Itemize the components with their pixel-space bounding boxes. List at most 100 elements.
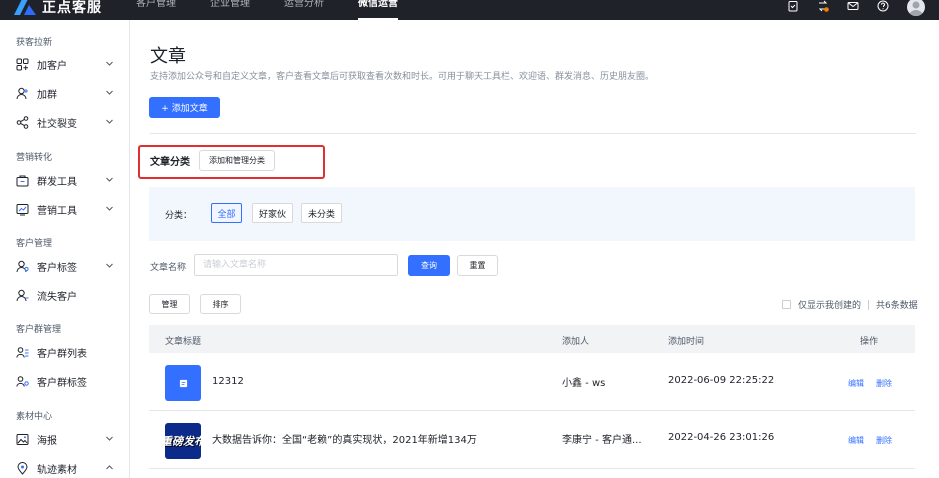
chart-icon	[16, 203, 29, 215]
category-chip-uncategorized[interactable]: 未分类	[301, 203, 342, 223]
user-tag-icon	[16, 260, 29, 272]
table-row: 重磅发布 大数据告诉你：全国“老赖”的真实现状，2021年新增134万 李康宁 …	[149, 411, 915, 469]
sidebar-group-marketing: 营销转化	[16, 153, 53, 163]
only-mine-label: 仅显示我创建的	[798, 301, 862, 311]
chevron-down-icon	[106, 263, 113, 268]
sidebar-item-trajectory-material[interactable]: 轨迹素材	[16, 458, 116, 478]
sidebar-item-label: 加客户	[37, 60, 67, 72]
sidebar-item-group-tags[interactable]: 客户群标签	[16, 371, 116, 391]
table-header: 文章标题 添加人 添加时间 操作	[149, 325, 915, 353]
news-cover-image: 重磅发布	[165, 423, 201, 459]
total-count: 共6条数据	[876, 301, 918, 311]
sidebar-item-label: 加群	[37, 89, 57, 101]
nav-customer-management[interactable]: 客户管理	[136, 0, 176, 20]
chevron-up-icon	[106, 465, 113, 470]
chevron-down-icon	[106, 436, 113, 441]
column-header-time: 添加时间	[668, 337, 705, 347]
top-bar: 正点客服 客户管理 企业管理 运营分析 微信运营	[0, 0, 939, 20]
chevron-down-icon	[106, 206, 113, 211]
user-add-icon	[16, 87, 28, 99]
sidebar-item-mass-send-tools[interactable]: 群发工具	[16, 170, 116, 190]
manage-button[interactable]: 管理	[149, 294, 190, 314]
sidebar-item-label: 海报	[37, 435, 57, 447]
article-name-label: 文章名称	[150, 263, 187, 273]
chevron-down-icon	[106, 119, 113, 124]
only-mine-checkbox[interactable]	[782, 300, 791, 309]
help-icon[interactable]	[877, 0, 889, 12]
category-chip-all[interactable]: 全部	[211, 203, 242, 223]
sidebar-item-label: 流失客户	[37, 291, 77, 303]
edit-link[interactable]: 编辑	[848, 435, 864, 446]
sidebar-item-lost-customers[interactable]: 流失客户	[16, 285, 116, 305]
article-title[interactable]: 12312	[212, 376, 244, 387]
sidebar-item-label: 客户标签	[37, 262, 77, 274]
sidebar-item-group-list[interactable]: 客户群列表	[16, 342, 116, 362]
category-chip-haojiahuo[interactable]: 好家伙	[252, 203, 293, 223]
sidebar-item-poster[interactable]: 海报	[16, 429, 116, 449]
logo-icon	[14, 0, 36, 15]
share-icon	[16, 115, 29, 129]
sidebar-item-label: 营销工具	[37, 205, 77, 217]
sidebar-item-customer-tags[interactable]: 客户标签	[16, 256, 116, 276]
article-name-input[interactable]	[194, 254, 398, 276]
sidebar-group-acquisition: 获客拉新	[16, 38, 53, 48]
sidebar-item-label: 轨迹素材	[37, 464, 77, 476]
group-list-icon	[16, 346, 29, 358]
sidebar-item-label: 社交裂变	[37, 118, 77, 130]
main-nav: 客户管理 企业管理 运营分析 微信运营	[136, 0, 432, 20]
article-time: 2022-04-26 23:01:26	[668, 432, 775, 443]
user-lost-icon	[16, 289, 29, 301]
column-header-actions: 操作	[860, 337, 879, 347]
user-avatar-icon	[909, 1, 923, 16]
column-header-title: 文章标题	[165, 337, 202, 347]
sidebar-group-group-management: 客户群管理	[16, 325, 62, 335]
clipboard-icon[interactable]	[787, 0, 799, 12]
bag-icon	[16, 175, 29, 186]
sidebar-group-material-center: 素材中心	[16, 412, 53, 422]
edit-link[interactable]: 编辑	[848, 378, 864, 389]
sidebar-item-add-group[interactable]: 加群	[16, 83, 116, 103]
article-time: 2022-06-09 22:25:22	[668, 375, 775, 386]
sidebar-item-label: 群发工具	[37, 176, 77, 188]
column-header-adder: 添加人	[562, 337, 590, 347]
grid-icon	[16, 58, 29, 70]
sort-button[interactable]: 排序	[200, 294, 241, 314]
sidebar-item-marketing-tools[interactable]: 营销工具	[16, 199, 116, 219]
main-content: 文章 支持添加公众号和自定义文章，客户查看文章后可获取查看次数和时长。可用于聊天…	[130, 20, 939, 478]
sidebar-item-add-customer[interactable]: 加客户	[16, 54, 116, 74]
image-icon	[16, 433, 29, 445]
manage-categories-button[interactable]: 添加和管理分类	[199, 150, 275, 171]
brand-name: 正点客服	[42, 0, 102, 16]
sidebar-item-label: 客户群列表	[37, 348, 87, 360]
user-avatar[interactable]	[907, 0, 925, 16]
reset-button[interactable]: 重置	[457, 255, 498, 276]
sidebar: 获客拉新 加客户 加群 社交裂变 营销转化 群发工具 营销工具 客户管理 客户标…	[0, 20, 130, 478]
doc-thumbnail-icon	[165, 365, 201, 401]
table-row: 12312 小鑫 - ws 2022-06-09 22:25:22 编辑 删除	[149, 353, 915, 411]
only-mine-filter: 仅显示我创建的 共6条数据	[782, 298, 918, 311]
category-filter-panel: 分类： 全部 好家伙 未分类	[149, 187, 915, 241]
nav-wechat-operations[interactable]: 微信运营	[358, 0, 398, 20]
divider	[150, 133, 916, 134]
mail-icon[interactable]	[847, 0, 859, 12]
delete-link[interactable]: 删除	[876, 378, 892, 389]
delete-link[interactable]: 删除	[876, 435, 892, 446]
nav-enterprise-management[interactable]: 企业管理	[210, 0, 250, 20]
brand-logo[interactable]: 正点客服	[14, 0, 102, 18]
page-description: 支持添加公众号和自定义文章，客户查看文章后可获取查看次数和时长。可用于聊天工具栏…	[150, 72, 655, 82]
sidebar-item-label: 客户群标签	[37, 377, 87, 389]
chevron-down-icon	[106, 61, 113, 66]
cover-text: 重磅发布	[165, 435, 201, 448]
chevron-down-icon	[106, 90, 113, 95]
add-article-button[interactable]: + 添加文章	[149, 97, 220, 118]
article-adder: 李康宁 - 客户通...	[562, 435, 642, 446]
document-icon	[179, 379, 187, 387]
switch-org-icon[interactable]	[817, 0, 829, 12]
article-title[interactable]: 大数据告诉你：全国“老赖”的真实现状，2021年新增134万	[212, 431, 477, 446]
category-filter-label: 分类：	[165, 211, 193, 221]
nav-operations-analysis[interactable]: 运营分析	[284, 0, 324, 20]
sidebar-item-social-fission[interactable]: 社交裂变	[16, 112, 116, 132]
category-section-title: 文章分类	[150, 157, 190, 168]
query-button[interactable]: 查询	[408, 255, 450, 276]
sidebar-group-customer-management: 客户管理	[16, 239, 53, 249]
